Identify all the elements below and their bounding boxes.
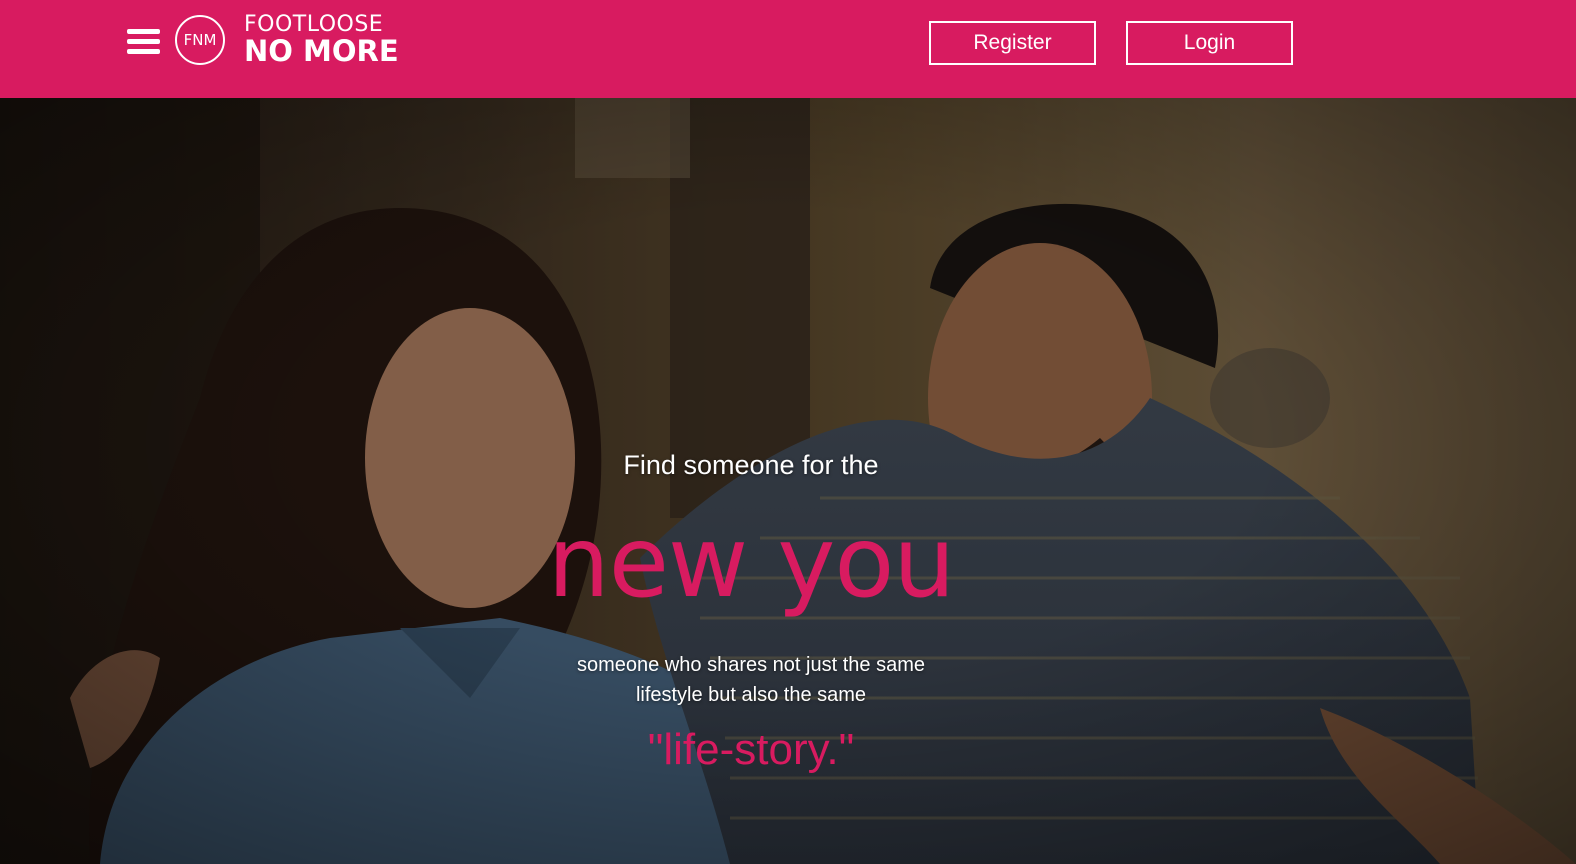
hero-subtitle-line-1: someone who shares not just the same <box>577 654 925 676</box>
register-button[interactable]: Register <box>929 21 1096 65</box>
logo-monogram[interactable]: FNM <box>175 15 225 65</box>
hero-subtitle: someone who shares not just the same lif… <box>551 650 951 710</box>
brand-line-2: NO MORE <box>244 34 399 68</box>
hero-kicker: Find someone for the <box>623 450 879 480</box>
hero-subtitle-line-2: lifestyle but also the same <box>635 684 867 706</box>
hero-headline: new you <box>547 506 956 620</box>
menu-bar-line <box>127 49 160 54</box>
brand-wordmark[interactable]: FOOTLOOSE NO MORE <box>244 14 399 66</box>
login-button[interactable]: Login <box>1126 21 1293 65</box>
hero-text-block: Find someone for the new you someone who… <box>0 98 1576 864</box>
hero-section: Find someone for the new you someone who… <box>0 98 1576 864</box>
menu-bar-line <box>127 39 160 44</box>
menu-bar-line <box>127 29 160 34</box>
brand-line-1: FOOTLOOSE <box>244 12 384 37</box>
hamburger-menu-icon[interactable] <box>127 28 160 56</box>
hero-quote: "life-story." <box>647 725 855 774</box>
top-navigation-bar: FNM FOOTLOOSE NO MORE Register Login <box>0 0 1576 98</box>
